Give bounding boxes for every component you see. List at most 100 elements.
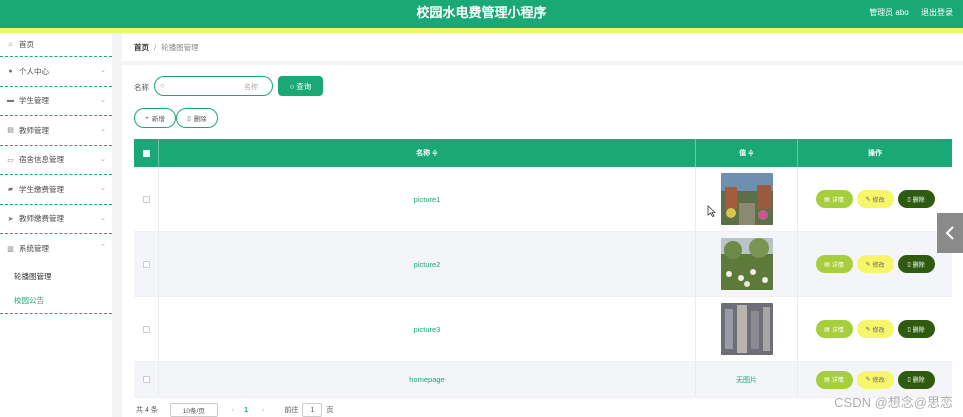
sidebar-item-students[interactable]: ▬ 学生管理 ⌄ [0,87,112,116]
sidebar-item-label: 个人中心 [19,66,49,76]
detail-icon: ▤ [824,377,830,383]
table-row: picture2 ▤ 详情 ✎ 修改 ▯ 删除 [134,232,952,297]
detail-label: 详情 [831,378,844,384]
user-icon: ● [8,67,13,75]
table-row: picture3 ▤ 详情 ✎ 修改 ▯ 删除 [134,297,952,362]
search-icon: ○ [160,81,165,90]
detail-button[interactable]: ▤ 详情 [815,190,853,208]
select-all-cell [134,139,159,167]
breadcrumb-separator: / [154,42,157,52]
row-name: picture3 [159,297,696,361]
sidebar-item-label: 系统管理 [19,244,49,254]
query-button[interactable]: ○ 查询 [278,76,323,96]
query-button-label: 查询 [296,81,312,91]
breadcrumb-home[interactable]: 首页 [134,42,149,53]
column-header-value[interactable]: 值 ≑ [696,139,798,167]
sidebar-item-profile[interactable]: ● 个人中心 ⌄ [0,57,112,87]
sidebar-item-label: 学生管理 [19,96,49,106]
chevron-up-icon: ⌃ [100,244,106,251]
send-icon: ➤ [7,215,14,223]
edit-label: 修改 [872,262,885,269]
detail-label: 详情 [831,327,844,334]
home-icon: ⌂ [8,41,13,48]
user-area: 管理员 abo 退出登录 [859,0,953,26]
chevron-left-icon [945,226,954,240]
delete-label: 删除 [912,327,925,334]
sidebar-item-label: 教师缴费管理 [19,214,64,224]
delete-button[interactable]: ▯ 删除 [897,320,935,338]
delete-button[interactable]: ▯ 删除 [897,370,935,389]
edit-icon: ✎ [865,196,871,203]
sidebar-subitem-notice[interactable]: 校园公告 [0,289,112,314]
row-operations: ▤ 详情 ✎ 修改 ▯ 删除 [798,167,952,231]
chevron-down-icon: ⌄ [100,67,106,74]
picture2-thumbnail[interactable] [720,238,773,290]
page-size-select[interactable]: 10条/页 [169,403,218,417]
delete-label: 删除 [912,262,925,269]
row-checkbox[interactable] [142,195,150,203]
edit-button[interactable]: ✎ 修改 [856,370,894,389]
row-name: picture1 [159,167,696,231]
select-all-checkbox[interactable] [142,149,150,157]
chevron-down-icon: ⌄ [100,126,106,133]
chevron-down-icon: ⌄ [100,96,106,104]
delete-label: 删除 [912,378,925,384]
edit-button[interactable]: ✎ 修改 [856,255,894,273]
prev-page-icon[interactable]: ‹ [232,407,234,414]
sidebar-item-teacher-payment[interactable]: ➤ 教师缴费管理 ⌄ [0,205,112,234]
trash-icon: ▯ [907,326,911,333]
detail-button[interactable]: ▤ 详情 [815,255,853,273]
sidebar-item-home[interactable]: ⌂ 首页 [0,33,112,57]
sidebar-item-teachers[interactable]: ▤ 教师管理 ⌄ [0,116,112,146]
sidebar-item-system[interactable]: ▥ 系统管理 ⌃ [0,234,112,264]
trash-icon: ▯ [907,196,911,203]
delete-button[interactable]: ▯ 删除 [897,190,935,208]
chevron-down-icon: ⌄ [100,214,106,222]
sidebar-item-label: 学生缴费管理 [19,184,64,194]
user-label[interactable]: 管理员 abo [869,8,909,17]
picture3-thumbnail[interactable] [720,303,773,355]
row-select-cell [134,297,159,361]
detail-button[interactable]: ▤ 详情 [815,370,853,389]
edit-label: 修改 [872,197,885,204]
row-no-image: 无图片 [696,362,798,397]
search-icon: ○ [289,81,295,91]
add-button-label: 新增 [151,116,165,123]
row-operations: ▤ 详情 ✎ 修改 ▯ 删除 [798,232,952,296]
detail-button[interactable]: ▤ 详情 [815,320,853,338]
current-page[interactable]: 1 [244,407,248,414]
sidebar-item-label: 教师管理 [19,125,49,135]
chevron-down-icon: ⌄ [100,155,106,163]
search-input[interactable]: ○ 名称 [154,76,273,96]
logout-link[interactable]: 退出登录 [921,8,953,17]
goto-page-input[interactable]: 1 [302,403,323,417]
picture1-thumbnail[interactable] [720,173,773,225]
column-header-name[interactable]: 名称 ≑ [159,139,696,167]
row-operations: ▤ 详情 ✎ 修改 ▯ 删除 [798,297,952,361]
row-name: homepage [159,362,696,397]
sidebar-subitem-carousel[interactable]: 轮播图管理 [0,264,112,289]
row-image-cell [696,167,798,231]
bulk-delete-button[interactable]: ▯ 删除 [176,108,218,128]
delete-button[interactable]: ▯ 删除 [897,255,935,273]
total-count: 共 4 条 [136,407,158,414]
add-button[interactable]: + 新增 [134,108,176,128]
plus-icon: + [145,114,149,122]
row-checkbox[interactable] [142,325,150,333]
document-icon: ▤ [7,127,14,135]
detail-label: 详情 [831,197,844,204]
collapse-tab[interactable] [937,213,963,253]
edit-button[interactable]: ✎ 修改 [856,190,894,208]
sidebar-item-student-payment[interactable]: ▰ 学生缴费管理 ⌄ [0,175,112,205]
sidebar-item-label: 首页 [19,40,34,49]
edit-button[interactable]: ✎ 修改 [856,320,894,338]
next-page-icon[interactable]: › [262,407,264,414]
row-checkbox[interactable] [142,260,150,268]
breadcrumb: 首页 / 轮播图管理 [122,33,963,61]
breadcrumb-current: 轮播图管理 [161,42,199,52]
row-checkbox[interactable] [142,376,150,383]
bulk-delete-label: 删除 [193,116,207,123]
sidebar-item-dorm[interactable]: ▭ 宿舍信息管理 ⌄ [0,146,112,175]
search-label: 名称 [134,83,149,92]
page-unit: 页 [326,407,334,414]
